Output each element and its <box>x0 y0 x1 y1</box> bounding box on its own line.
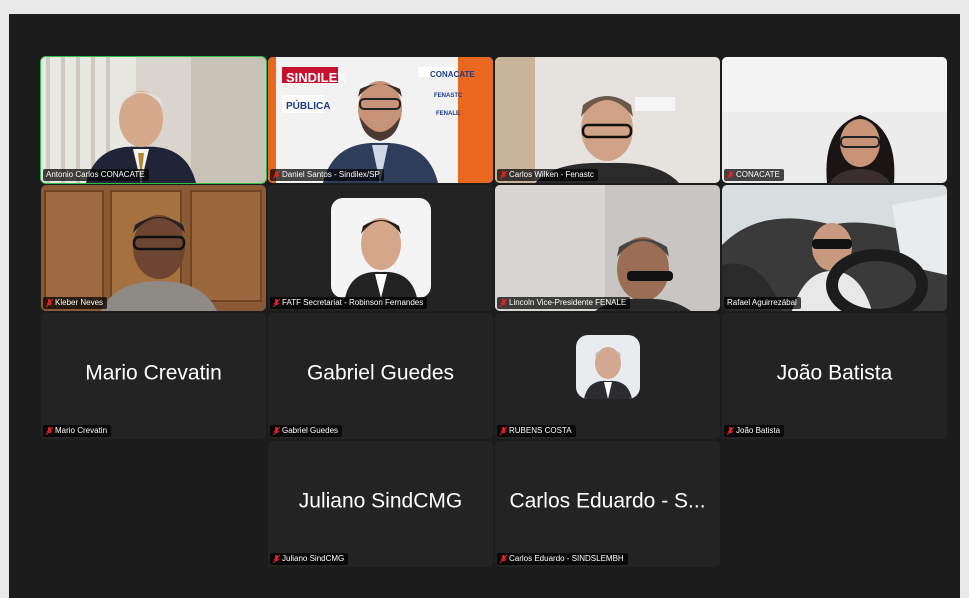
participant-display-name: Mario Crevatin <box>85 361 222 385</box>
muted-mic-icon <box>727 426 734 435</box>
video-tile-mario-crevatin[interactable]: Mario Crevatin Mario Crevatin <box>41 313 266 439</box>
video-feed <box>722 185 947 311</box>
video-tile-rafael-aguirrezabal[interactable]: Rafael Aguirrezábal <box>722 185 947 311</box>
participant-display-name: Gabriel Guedes <box>306 361 455 385</box>
participant-name-label: Antonio Carlos CONACATE <box>43 169 149 181</box>
banner-fenale: FENALE <box>436 111 460 117</box>
video-tile-joao-batista[interactable]: João Batista João Batista <box>722 313 947 439</box>
video-tile-conacate[interactable]: CONACATE <box>722 57 947 183</box>
video-feed <box>41 57 266 183</box>
video-tile-rubens-costa[interactable]: RUBENS COSTA <box>495 313 720 439</box>
muted-mic-icon <box>500 426 507 435</box>
video-tile-gabriel-guedes[interactable]: Gabriel Guedes Gabriel Guedes <box>268 313 493 439</box>
banner-fenastc: FENASTC <box>434 93 463 99</box>
video-tile-fatf-secretariat[interactable]: FATF Secretariat - Robinson Fernandes <box>268 185 493 311</box>
muted-mic-icon <box>500 298 507 307</box>
video-feed <box>722 57 947 183</box>
participant-display-name: Juliano SindCMG <box>298 489 463 513</box>
muted-mic-icon <box>727 170 734 179</box>
video-tile-juliano-sindcmg[interactable]: Juliano SindCMG Juliano SindCMG <box>268 441 493 567</box>
muted-mic-icon <box>273 554 280 563</box>
muted-mic-icon <box>500 554 507 563</box>
participant-name-label: João Batista <box>724 425 785 437</box>
participant-display-name: João Batista <box>776 361 893 385</box>
participant-name-label: Daniel Santos - Sindilex/SP <box>270 169 384 181</box>
participant-name-label: Mario Crevatin <box>43 425 112 437</box>
participant-name-label: Juliano SindCMG <box>270 553 349 565</box>
video-feed <box>495 185 720 311</box>
participant-photo <box>575 335 640 399</box>
muted-mic-icon <box>46 426 53 435</box>
video-feed <box>495 57 720 183</box>
participant-name-label: Gabriel Guedes <box>270 425 343 437</box>
participant-name-label: FATF Secretariat - Robinson Fernandes <box>270 297 428 309</box>
banner-sindilex: SINDILEX <box>286 70 346 85</box>
video-feed <box>41 185 266 311</box>
video-tile-carlos-wilken[interactable]: Carlos Wilken - Fenastc <box>495 57 720 183</box>
zoom-gallery-window: Antonio Carlos CONACATE SINDILEX CONACAT… <box>9 14 960 598</box>
banner-publica: PÚBLICA <box>286 101 331 112</box>
muted-mic-icon <box>500 170 507 179</box>
participant-name-label: Carlos Eduardo - SINDSLEMBH <box>497 553 628 565</box>
video-tile-antonio-carlos[interactable]: Antonio Carlos CONACATE <box>40 56 267 184</box>
video-tile-lincoln[interactable]: Lincoln Vice-Presidente FENALE <box>495 185 720 311</box>
video-tile-daniel-santos[interactable]: SINDILEX CONACATE FENASTC PÚBLICA FENALE… <box>268 57 493 183</box>
participant-name-label: Lincoln Vice-Presidente FENALE <box>497 297 631 309</box>
video-tile-carlos-eduardo[interactable]: Carlos Eduardo - S... Carlos Eduardo - S… <box>495 441 720 567</box>
participant-name-label: Carlos Wilken - Fenastc <box>497 169 598 181</box>
muted-mic-icon <box>273 170 280 179</box>
participant-name-label: CONACATE <box>724 169 784 181</box>
banner-conacate: CONACATE <box>430 70 475 79</box>
participant-name-label: Kleber Neves <box>43 297 108 309</box>
participant-name-label: RUBENS COSTA <box>497 425 576 437</box>
participant-display-name: Carlos Eduardo - S... <box>509 489 706 513</box>
video-tile-kleber-neves[interactable]: Kleber Neves <box>41 185 266 311</box>
muted-mic-icon <box>273 426 280 435</box>
participant-photo <box>330 198 431 298</box>
muted-mic-icon <box>46 298 53 307</box>
muted-mic-icon <box>273 298 280 307</box>
participant-name-label: Rafael Aguirrezábal <box>724 297 801 309</box>
